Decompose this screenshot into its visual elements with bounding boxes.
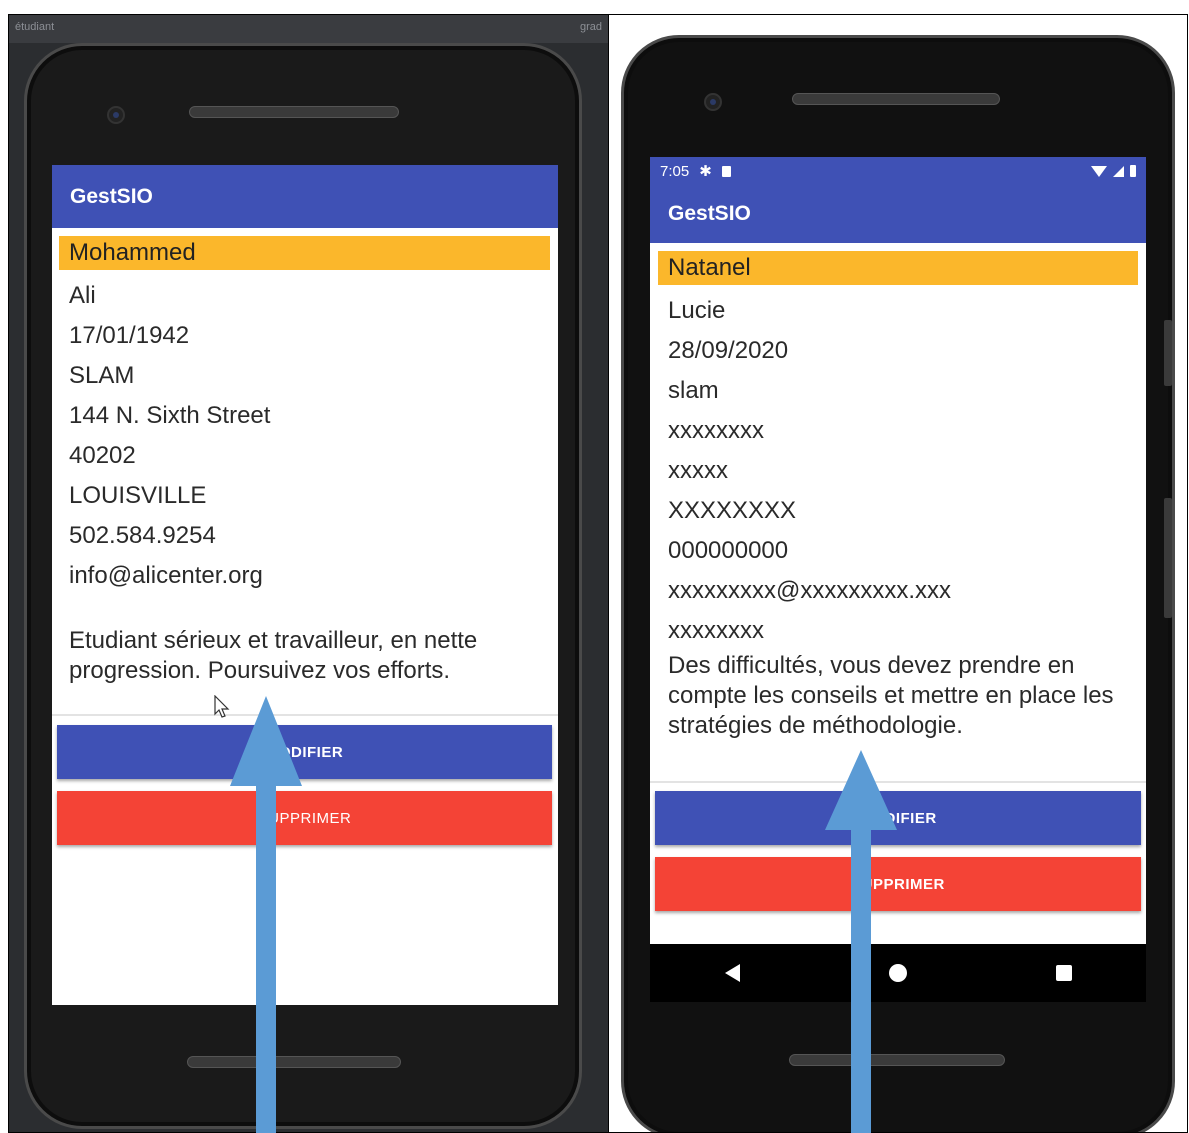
phone-frame: GestSIO Mohammed Ali 17/01/1942 SLAM 144…: [24, 43, 582, 1129]
student-birthdate: 28/09/2020: [668, 337, 789, 364]
top-speaker: [792, 93, 1000, 105]
app-bar: GestSIO: [52, 165, 558, 228]
phone-screen: 7:05 ✱ GestSIO Natanel Lucie 28/09/2020 …: [650, 157, 1146, 944]
student-postcode: 40202: [69, 442, 136, 469]
gear-icon: ✱: [699, 163, 712, 180]
top-speaker: [189, 106, 399, 118]
phone-screen: GestSIO Mohammed Ali 17/01/1942 SLAM 144…: [52, 165, 558, 1005]
left-panel: étudiant grad GestSIO Mohammed Ali 17/01…: [8, 14, 609, 1133]
bottom-speaker: [789, 1054, 1005, 1066]
student-birthdate: 17/01/1942: [69, 322, 190, 349]
delete-button[interactable]: SUPPRIMER: [57, 791, 552, 845]
student-firstname: Lucie: [668, 297, 726, 324]
back-icon[interactable]: [724, 964, 740, 982]
sd-card-icon: [721, 165, 731, 177]
divider: [650, 781, 1146, 783]
student-name: Mohammed: [59, 236, 550, 270]
wifi-icon: [1091, 165, 1107, 177]
student-city: LOUISVILLE: [69, 482, 207, 509]
power-button: [1164, 498, 1172, 618]
student-address: 144 N. Sixth Street: [69, 402, 271, 429]
modify-button[interactable]: MODIFIER: [655, 791, 1141, 845]
app-title: GestSIO: [668, 202, 751, 225]
delete-button[interactable]: SUPPRIMER: [655, 857, 1141, 911]
app-bar: GestSIO: [650, 185, 1146, 243]
student-option: slam: [668, 377, 719, 404]
signal-icon: [1113, 165, 1124, 177]
student-firstname: Ali: [69, 282, 96, 309]
annotation-arrow-left: [230, 696, 302, 1133]
record-content: Mohammed Ali 17/01/1942 SLAM 144 N. Sixt…: [52, 228, 558, 714]
student-email: info@alicenter.org: [69, 562, 263, 589]
volume-button: [1164, 320, 1172, 386]
annotation-arrow-right: [825, 750, 897, 1133]
student-comment: Des difficultés, vous devez prendre en c…: [668, 652, 1114, 739]
recents-icon[interactable]: [1055, 965, 1072, 981]
front-camera: [704, 93, 722, 111]
student-email: xxxxxxxxx@xxxxxxxxx.xxx: [668, 577, 952, 604]
modify-button[interactable]: MODIFIER: [57, 725, 552, 779]
desktop-hint-left: étudiant: [15, 21, 55, 33]
student-address: xxxxxxxx: [668, 417, 764, 444]
student-phone: 502.584.9254: [69, 522, 216, 549]
student-comment: Etudiant sérieux et travailleur, en nett…: [69, 627, 478, 684]
student-city: XXXXXXXX: [668, 497, 797, 524]
record-content: Natanel Lucie 28/09/2020 slam xxxxxxxx x…: [650, 243, 1146, 751]
student-postcode: xxxxx: [668, 457, 728, 484]
app-title: GestSIO: [70, 184, 153, 208]
student-option: SLAM: [69, 362, 135, 389]
desktop-toolbar: étudiant grad: [9, 15, 608, 43]
phone-frame: 7:05 ✱ GestSIO Natanel Lucie 28/09/2020 …: [621, 35, 1175, 1132]
nav-bar: [650, 944, 1146, 1002]
status-time: 7:05: [660, 162, 690, 180]
right-panel: 7:05 ✱ GestSIO Natanel Lucie 28/09/2020 …: [608, 14, 1188, 1133]
divider: [52, 714, 558, 716]
student-extra: xxxxxxxx: [668, 617, 764, 644]
student-phone: 000000000: [668, 537, 789, 564]
student-name: Natanel: [658, 251, 1138, 285]
front-camera: [107, 106, 125, 124]
battery-icon: [1130, 165, 1136, 177]
status-bar: 7:05 ✱: [650, 157, 1146, 185]
mouse-cursor-icon: [214, 695, 230, 718]
desktop-hint-right: grad: [579, 21, 602, 33]
